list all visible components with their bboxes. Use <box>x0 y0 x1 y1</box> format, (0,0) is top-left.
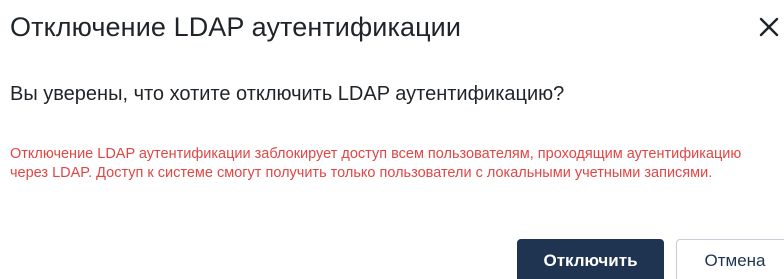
cancel-button[interactable]: Отмена <box>676 239 784 279</box>
confirmation-question: Вы уверены, что хотите отключить LDAP ау… <box>10 83 565 105</box>
warning-message: Отключение LDAP аутентификации заблокиру… <box>10 146 742 181</box>
close-button[interactable] <box>756 14 784 42</box>
disable-button[interactable]: Отключить <box>517 239 664 279</box>
close-icon <box>759 17 779 37</box>
dialog-title: Отключение LDAP аутентификации <box>10 12 462 42</box>
disable-ldap-dialog: Отключение LDAP аутентификации Вы уверен… <box>0 0 784 279</box>
